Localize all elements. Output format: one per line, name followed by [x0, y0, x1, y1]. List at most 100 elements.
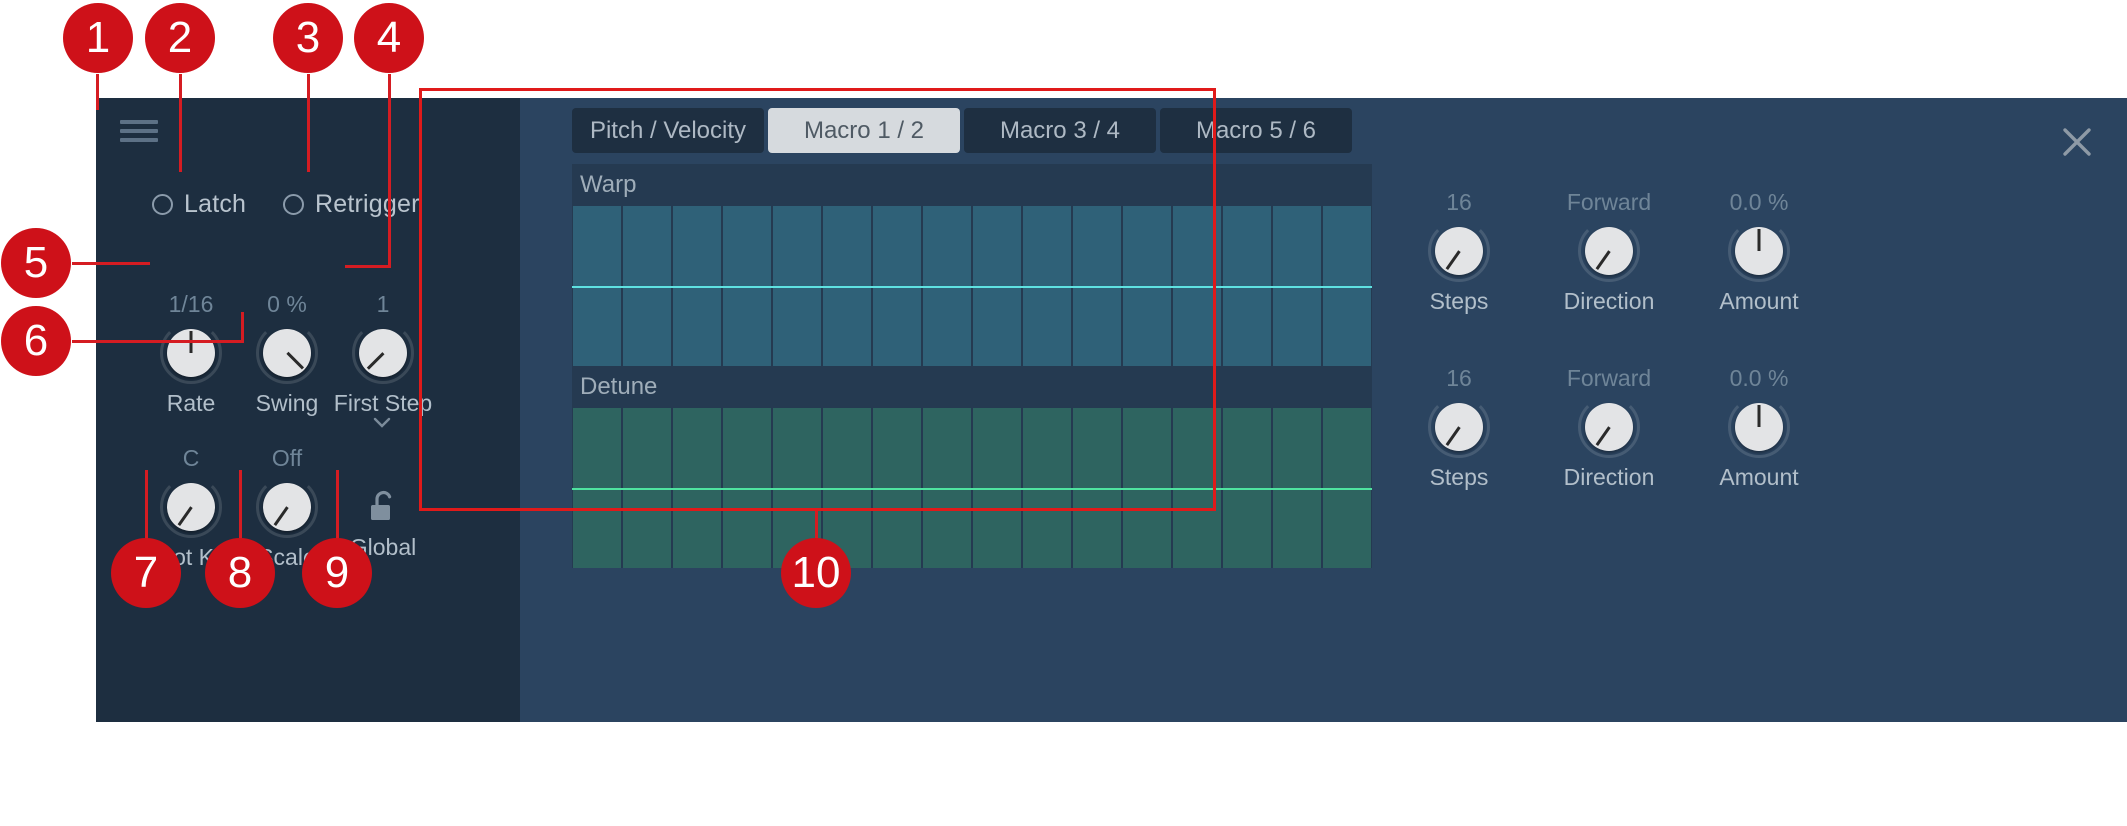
step-cell[interactable]	[1173, 408, 1221, 568]
tab-macro-5-6[interactable]: Macro 5 / 6	[1160, 108, 1352, 153]
detune-amount-group: 0.0 % Amount	[1704, 364, 1814, 491]
warp-direction-knob[interactable]	[1578, 220, 1640, 282]
detune-direction-group: Forward Direction	[1554, 364, 1664, 491]
callout-badge-1: 1	[63, 3, 133, 73]
step-cell[interactable]	[923, 408, 971, 568]
callout-badge-4: 4	[354, 3, 424, 73]
step-cell[interactable]	[1023, 206, 1071, 366]
leader-line-4-v	[388, 74, 391, 266]
hamburger-menu-icon[interactable]	[120, 116, 158, 146]
unlocked-padlock-icon[interactable]	[366, 488, 400, 528]
first-step-knob[interactable]	[352, 322, 414, 384]
scale-value: Off	[271, 445, 303, 471]
warp-amount-knob-pointer	[1757, 229, 1761, 251]
step-cell[interactable]	[1073, 206, 1121, 366]
swing-value: 0 %	[267, 291, 307, 317]
step-cell[interactable]	[1273, 408, 1321, 568]
rate-knob[interactable]	[160, 322, 222, 384]
warp-direction-group: Forward Direction	[1554, 188, 1664, 315]
scale-knob[interactable]	[256, 476, 318, 538]
chevron-down-icon[interactable]	[370, 410, 394, 434]
tab-macro-3-4[interactable]: Macro 3 / 4	[964, 108, 1156, 153]
swing-knob[interactable]	[256, 322, 318, 384]
warp-amount-label: Amount	[1719, 288, 1799, 314]
lane-detune-grid[interactable]	[572, 408, 1372, 568]
step-cell[interactable]	[973, 206, 1021, 366]
leader-line-1	[96, 74, 99, 110]
step-cell[interactable]	[1323, 408, 1371, 568]
leader-line-4-h	[345, 265, 391, 268]
detune-amount-value: 0.0 %	[1729, 365, 1789, 391]
leader-line-5	[72, 262, 150, 265]
step-cell[interactable]	[673, 206, 721, 366]
step-cell[interactable]	[623, 206, 671, 366]
step-cell[interactable]	[873, 206, 921, 366]
callout-badge-7: 7	[111, 538, 181, 608]
warp-amount-knob[interactable]	[1728, 220, 1790, 282]
latch-label: Latch	[184, 190, 247, 218]
step-cell[interactable]	[823, 206, 871, 366]
callout-badge-6: 6	[1, 306, 71, 376]
step-cell[interactable]	[1073, 408, 1121, 568]
detune-direction-label: Direction	[1563, 464, 1655, 490]
leader-line-8	[239, 470, 242, 542]
leader-line-7	[145, 470, 148, 542]
step-cell[interactable]	[973, 408, 1021, 568]
warp-steps-knob[interactable]	[1428, 220, 1490, 282]
detune-steps-knob[interactable]	[1428, 396, 1490, 458]
step-cell[interactable]	[673, 408, 721, 568]
global-spacer	[328, 444, 438, 472]
callout-badge-3: 3	[273, 3, 343, 73]
detune-steps-label: Steps	[1429, 464, 1489, 490]
step-cell[interactable]	[1273, 206, 1321, 366]
step-cell[interactable]	[1123, 206, 1171, 366]
step-cell[interactable]	[1323, 206, 1371, 366]
callout-badge-5: 5	[1, 228, 71, 298]
first-step-value: 1	[376, 291, 390, 317]
step-cell[interactable]	[873, 408, 921, 568]
lane-warp: Warp	[572, 164, 1372, 366]
tab-macro-1-2[interactable]: Macro 1 / 2	[768, 108, 960, 153]
step-cell[interactable]	[573, 206, 621, 366]
tab-bar: Pitch / Velocity Macro 1 / 2 Macro 3 / 4…	[572, 108, 1352, 153]
rate-label: Rate	[166, 390, 216, 416]
step-cell[interactable]	[1123, 408, 1171, 568]
tab-pitch-velocity[interactable]: Pitch / Velocity	[572, 108, 764, 153]
leader-line-2	[179, 74, 182, 172]
warp-amount-group: 0.0 % Amount	[1704, 188, 1814, 315]
retrigger-toggle[interactable]: Retrigger	[283, 190, 420, 219]
step-cell[interactable]	[1223, 408, 1271, 568]
step-cell[interactable]	[1173, 206, 1221, 366]
leader-line-6-h	[72, 340, 244, 343]
retrigger-radio-icon	[283, 194, 304, 215]
lane-warp-title: Warp	[572, 164, 1372, 206]
step-cell[interactable]	[573, 408, 621, 568]
warp-amount-value: 0.0 %	[1729, 189, 1789, 215]
detune-steps-value: 16	[1446, 365, 1472, 391]
callout-badge-8: 8	[205, 538, 275, 608]
warp-controls: 16 Steps Forward Direction 0.0 % Amount	[1404, 188, 1814, 315]
warp-direction-value: Forward	[1566, 189, 1652, 215]
step-cell[interactable]	[773, 206, 821, 366]
step-cell[interactable]	[1023, 408, 1071, 568]
sequencer-editor-panel: Pitch / Velocity Macro 1 / 2 Macro 3 / 4…	[544, 98, 2127, 722]
rate-knob-group: 1/16 Rate	[136, 290, 246, 417]
detune-amount-knob[interactable]	[1728, 396, 1790, 458]
step-cell[interactable]	[723, 408, 771, 568]
root-key-value: C	[182, 445, 200, 471]
first-step-knob-group: 1 First Step	[328, 290, 438, 417]
swing-label: Swing	[255, 390, 319, 416]
detune-direction-knob[interactable]	[1578, 396, 1640, 458]
step-cell[interactable]	[923, 206, 971, 366]
latch-toggle[interactable]: Latch	[152, 190, 246, 219]
arpeggiator-plugin-window: Latch Retrigger 1/16 Rate 0 % Swing 1 Fi…	[96, 98, 2127, 722]
detune-steps-group: 16 Steps	[1404, 364, 1514, 491]
step-cell[interactable]	[623, 408, 671, 568]
close-icon[interactable]	[2059, 124, 2095, 160]
step-cell[interactable]	[723, 206, 771, 366]
retrigger-label: Retrigger	[315, 190, 420, 218]
root-key-knob[interactable]	[160, 476, 222, 538]
lane-warp-grid[interactable]	[572, 206, 1372, 366]
warp-steps-value: 16	[1446, 189, 1472, 215]
step-cell[interactable]	[1223, 206, 1271, 366]
